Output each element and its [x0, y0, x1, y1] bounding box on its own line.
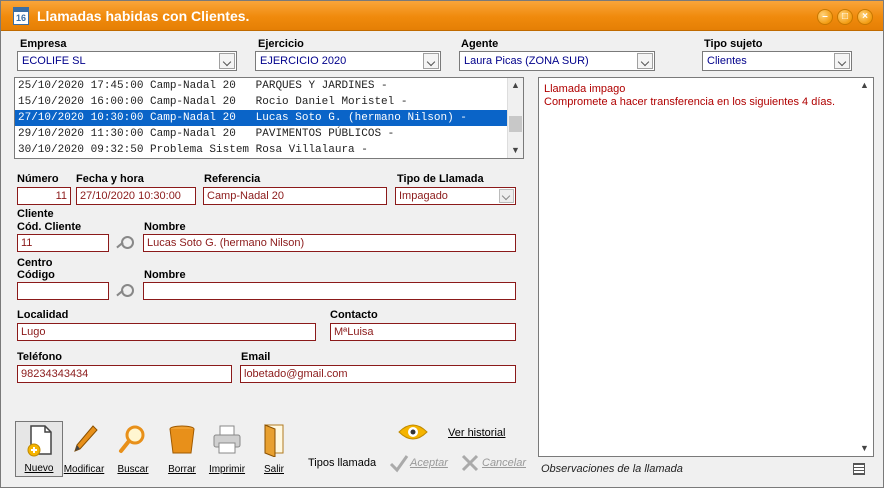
tipo-sujeto-value: Clientes	[707, 55, 747, 67]
chevron-down-icon[interactable]	[423, 53, 439, 69]
nuevo-label: Nuevo	[24, 463, 54, 474]
tipo-sujeto-select[interactable]: Clientes	[702, 51, 852, 71]
call-list-row[interactable]: 27/10/2020 10:30:00 Camp-Nadal 20 Lucas …	[15, 110, 508, 126]
tipo-sujeto-label: Tipo sujeto	[704, 38, 763, 50]
scroll-down-icon[interactable]: ▼	[508, 143, 523, 158]
codigo-centro-label: Código	[17, 269, 55, 281]
chevron-down-icon[interactable]	[499, 189, 514, 203]
borrar-label: Borrar	[168, 464, 196, 475]
minimize-button[interactable]: –	[817, 9, 833, 25]
scroll-up-icon[interactable]: ▲	[857, 78, 872, 93]
call-list-row[interactable]: 30/10/2020 09:32:50 Problema Sistem Rosa…	[15, 142, 508, 158]
telefono-label: Teléfono	[17, 351, 63, 363]
cod-cliente-field[interactable]: 11	[17, 234, 109, 252]
salir-button[interactable]: Salir	[250, 421, 298, 477]
new-document-icon	[27, 425, 52, 457]
nombre-cliente-label: Nombre	[144, 221, 186, 233]
agente-select[interactable]: Laura Picas (ZONA SUR)	[459, 51, 655, 71]
aceptar-button[interactable]: Aceptar	[410, 457, 448, 469]
buscar-button[interactable]: Buscar	[109, 421, 157, 477]
key-icon[interactable]	[115, 284, 134, 298]
observations-text: Llamada impago Compromete a hacer transf…	[544, 83, 835, 109]
tipos-llamada-button[interactable]: Tipos llamada	[308, 457, 376, 469]
chevron-down-icon[interactable]	[637, 53, 653, 69]
key-icon[interactable]	[115, 236, 134, 250]
tipo-llamada-select[interactable]: Impagado	[395, 187, 516, 205]
email-label: Email	[241, 351, 271, 363]
ejercicio-label: Ejercicio	[258, 38, 304, 50]
app-window: 16 Llamadas habidas con Clientes. – □ × …	[0, 0, 884, 488]
magnifier-icon	[119, 425, 145, 453]
buscar-label: Buscar	[117, 464, 149, 475]
ver-historial-button[interactable]: Ver historial	[448, 427, 505, 439]
fecha-label: Fecha y hora	[76, 173, 144, 185]
nombre-centro-field[interactable]	[143, 282, 516, 300]
call-list-row[interactable]: 15/10/2020 16:00:00 Camp-Nadal 20 Rocio …	[15, 94, 508, 110]
pencil-icon	[74, 425, 98, 452]
calendar-icon: 16	[13, 7, 29, 25]
printer-icon	[213, 425, 241, 454]
agente-value: Laura Picas (ZONA SUR)	[464, 55, 589, 67]
cliente-section-label: Cliente	[17, 208, 54, 220]
call-list[interactable]: 25/10/2020 17:45:00 Camp-Nadal 20 PARQUE…	[14, 77, 524, 159]
cancelar-button[interactable]: Cancelar	[482, 457, 526, 469]
localidad-label: Localidad	[17, 309, 69, 321]
scroll-thumb[interactable]	[509, 116, 522, 132]
empresa-value: ECOLIFE SL	[22, 55, 86, 67]
observation-line: Compromete a hacer transferencia en los …	[544, 96, 836, 108]
observation-line: Llamada impago	[544, 83, 626, 95]
scroll-up-icon[interactable]: ▲	[508, 78, 523, 93]
modificar-label: Modificar	[63, 464, 105, 475]
chevron-down-icon[interactable]	[219, 53, 235, 69]
nuevo-button[interactable]: Nuevo	[15, 421, 63, 477]
call-list-row[interactable]: 25/10/2020 17:45:00 Camp-Nadal 20 PARQUE…	[15, 78, 508, 94]
agente-label: Agente	[461, 38, 499, 50]
modificar-button[interactable]: Modificar	[60, 421, 108, 477]
cancel-x-icon	[461, 454, 479, 472]
contacto-field[interactable]: MªLuisa	[330, 323, 516, 341]
observations-scrollbar[interactable]: ▲ ▼	[857, 78, 873, 456]
email-field[interactable]: lobetado@gmail.com	[240, 365, 516, 383]
borrar-button[interactable]: Borrar	[158, 421, 206, 477]
title-bar: 16 Llamadas habidas con Clientes. – □ ×	[1, 1, 883, 31]
close-button[interactable]: ×	[857, 9, 873, 25]
imprimir-button[interactable]: Imprimir	[203, 421, 251, 477]
tipo-llamada-value: Impagado	[399, 190, 448, 202]
nombre-centro-label: Nombre	[144, 269, 186, 281]
notes-icon[interactable]	[853, 463, 865, 475]
imprimir-label: Imprimir	[208, 464, 246, 475]
numero-field[interactable]: 11	[17, 187, 71, 205]
empresa-select[interactable]: ECOLIFE SL	[17, 51, 237, 71]
codigo-centro-field[interactable]	[17, 282, 109, 300]
observations-box[interactable]: Llamada impago Compromete a hacer transf…	[538, 77, 874, 457]
ejercicio-value: EJERCICIO 2020	[260, 55, 347, 67]
checkmark-icon	[389, 455, 409, 473]
door-exit-icon	[264, 424, 284, 457]
referencia-label: Referencia	[204, 173, 261, 185]
telefono-field[interactable]: 98234343434	[17, 365, 232, 383]
fecha-field[interactable]: 27/10/2020 10:30:00	[76, 187, 196, 205]
numero-label: Número	[17, 173, 59, 185]
salir-label: Salir	[263, 464, 284, 475]
eye-icon[interactable]	[397, 421, 429, 443]
localidad-field[interactable]: Lugo	[17, 323, 316, 341]
ejercicio-select[interactable]: EJERCICIO 2020	[255, 51, 441, 71]
chevron-down-icon[interactable]	[834, 53, 850, 69]
centro-section-label: Centro	[17, 257, 53, 269]
call-list-scrollbar[interactable]: ▲ ▼	[507, 78, 523, 158]
tipo-llamada-label: Tipo de Llamada	[397, 173, 484, 185]
maximize-button[interactable]: □	[837, 9, 853, 25]
trash-icon	[169, 425, 195, 454]
empresa-label: Empresa	[20, 38, 67, 50]
contacto-label: Contacto	[330, 309, 378, 321]
call-list-row[interactable]: 29/10/2020 11:30:00 Camp-Nadal 20 PAVIME…	[15, 126, 508, 142]
observations-caption: Observaciones de la llamada	[541, 463, 683, 475]
nombre-cliente-field[interactable]: Lucas Soto G. (hermano Nilson)	[143, 234, 516, 252]
cod-cliente-label: Cód. Cliente	[17, 221, 82, 233]
referencia-field[interactable]: Camp-Nadal 20	[203, 187, 387, 205]
window-title: Llamadas habidas con Clientes.	[37, 8, 250, 24]
scroll-down-icon[interactable]: ▼	[857, 441, 872, 456]
